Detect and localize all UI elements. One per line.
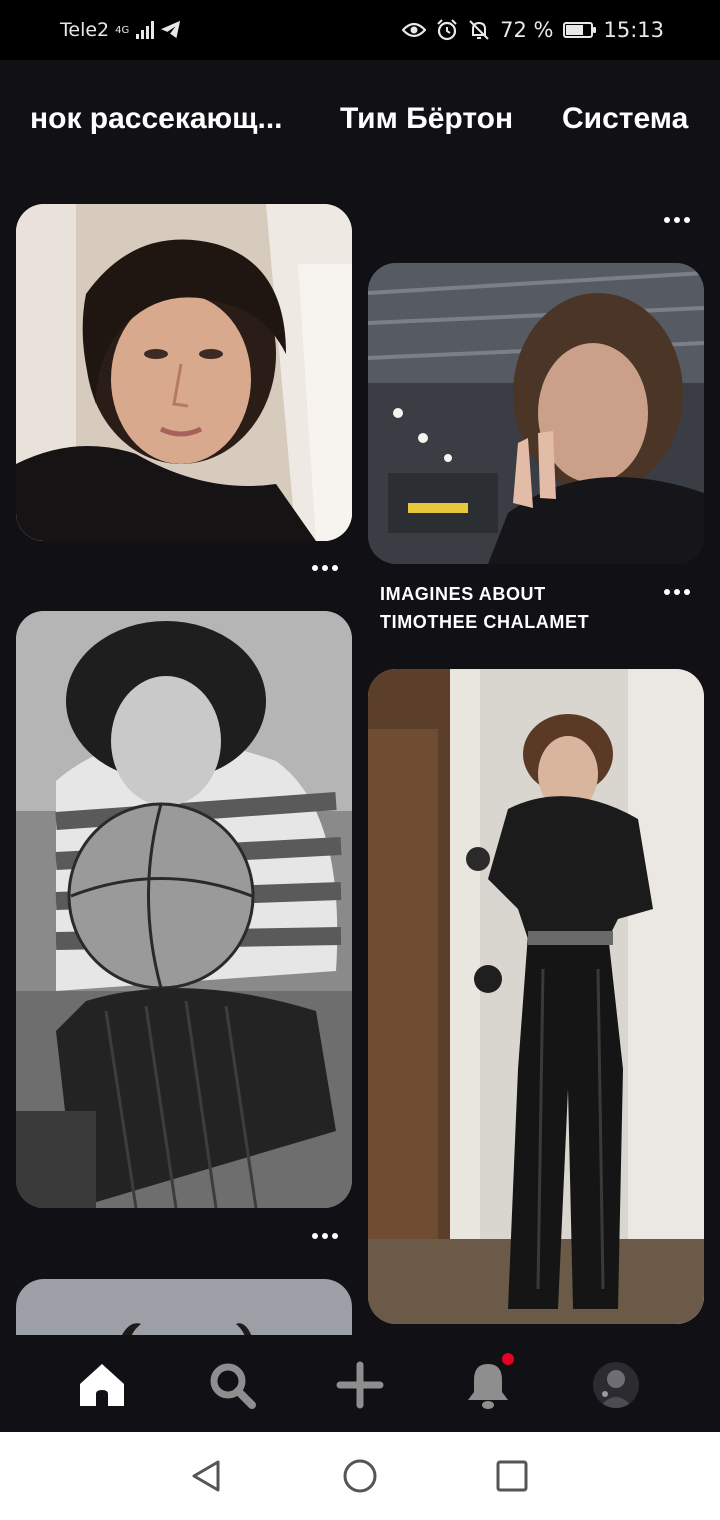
status-bar: Tele2 4G 72 % 15:13	[0, 0, 720, 60]
battery-percent: 72 %	[500, 18, 554, 42]
carrier-name: Tele2	[60, 19, 110, 41]
topic-tab-2[interactable]: Тим Бёртон	[340, 102, 513, 136]
search-icon	[210, 1363, 256, 1409]
pin-2-title-more-button[interactable]	[659, 582, 695, 602]
home-icon	[80, 1364, 124, 1406]
profile-avatar	[593, 1362, 639, 1408]
pin-image-1-art	[16, 204, 352, 541]
topic-tab-1[interactable]: нок рассекающ...	[30, 102, 292, 136]
back-triangle-icon	[192, 1460, 220, 1492]
status-right: 72 % 15:13	[402, 18, 664, 42]
pin-image-1[interactable]	[16, 204, 352, 541]
pin-image-4-art	[368, 669, 704, 1324]
network-type-label: 4G	[115, 24, 130, 36]
status-left: Tele2 4G	[60, 19, 182, 41]
recents-button[interactable]	[492, 1456, 532, 1496]
system-navigation-bar	[0, 1432, 720, 1520]
telegram-icon	[161, 20, 181, 39]
bell-icon	[468, 1364, 508, 1409]
signal-icon	[136, 21, 155, 39]
alarm-icon	[437, 19, 457, 41]
pin-2-more-button[interactable]	[659, 210, 695, 230]
home-tab[interactable]	[72, 1357, 132, 1413]
pin-image-3[interactable]	[16, 611, 352, 1208]
pin-2-title[interactable]: IMAGINES ABOUT TIMOTHEE CHALAMET	[380, 580, 640, 636]
pin-image-2-art	[368, 263, 704, 564]
bottom-navigation	[0, 1335, 720, 1432]
recents-square-icon	[496, 1460, 528, 1492]
battery-icon	[563, 22, 597, 38]
mute-bell-icon	[469, 20, 489, 40]
pin-image-2[interactable]	[368, 263, 704, 564]
plus-icon	[336, 1361, 384, 1409]
pin-3-more-button[interactable]	[307, 1226, 343, 1246]
topic-tabs: нок рассекающ... Тим Бёртон Система	[0, 60, 720, 180]
topic-tab-3[interactable]: Система	[562, 102, 688, 136]
clock: 15:13	[603, 18, 664, 42]
network-type: 4G	[115, 24, 130, 36]
eye-icon	[402, 22, 427, 38]
pin-1-more-button[interactable]	[307, 558, 343, 578]
create-tab[interactable]	[330, 1357, 390, 1413]
profile-tab[interactable]	[586, 1357, 646, 1413]
home-button[interactable]	[340, 1456, 380, 1496]
notifications-tab[interactable]	[458, 1353, 518, 1413]
search-tab[interactable]	[202, 1357, 262, 1413]
back-button[interactable]	[186, 1456, 226, 1496]
battery-fill	[566, 25, 584, 35]
pin-image-3-art	[16, 611, 352, 1208]
pin-image-4[interactable]	[368, 669, 704, 1324]
home-circle-icon	[343, 1459, 377, 1493]
notification-badge	[502, 1353, 514, 1365]
